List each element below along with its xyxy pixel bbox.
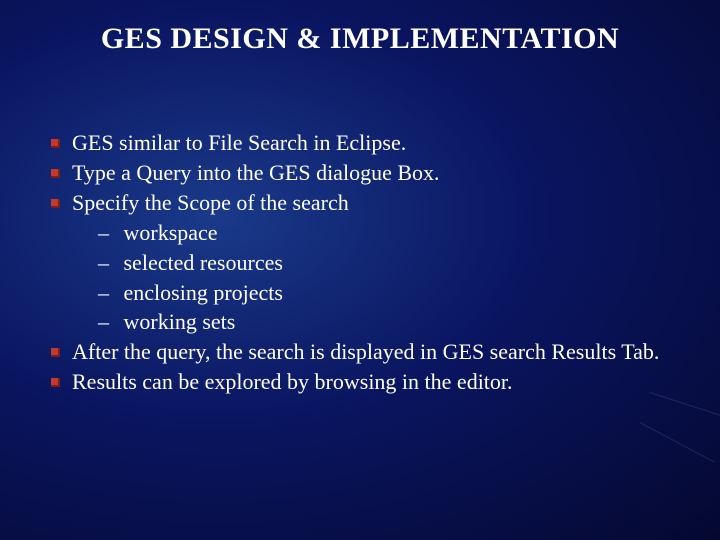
bullet-icon <box>51 199 60 208</box>
sub-text: enclosing projects <box>124 280 283 305</box>
slide-body: GES similar to File Search in Eclipse. T… <box>74 128 680 397</box>
bullet-text: Results can be explored by browsing in t… <box>72 367 680 397</box>
slide-title: GES DESIGN & IMPLEMENTATION <box>0 0 720 56</box>
bullet-icon <box>51 348 60 357</box>
sub-text: selected resources <box>124 250 283 275</box>
list-item: Results can be explored by browsing in t… <box>74 367 680 397</box>
list-item: Specify the Scope of the search <box>74 188 680 218</box>
list-item: After the query, the search is displayed… <box>74 337 680 367</box>
dash-icon: – <box>98 278 118 308</box>
sub-item: – workspace <box>74 218 680 248</box>
bullet-icon <box>51 169 60 178</box>
sub-text: working sets <box>124 309 236 334</box>
list-item: Type a Query into the GES dialogue Box. <box>74 158 680 188</box>
bullet-text: Type a Query into the GES dialogue Box. <box>72 158 680 188</box>
dash-icon: – <box>98 307 118 337</box>
bullet-text: After the query, the search is displayed… <box>72 337 680 367</box>
list-item: GES similar to File Search in Eclipse. <box>74 128 680 158</box>
bullet-icon <box>51 139 60 148</box>
sub-item: – enclosing projects <box>74 278 680 308</box>
bullet-text: Specify the Scope of the search <box>72 188 680 218</box>
dash-icon: – <box>98 248 118 278</box>
sub-text: workspace <box>124 220 218 245</box>
bullet-icon <box>51 378 60 387</box>
dash-icon: – <box>98 218 118 248</box>
bullet-text: GES similar to File Search in Eclipse. <box>72 128 680 158</box>
sub-item: – working sets <box>74 307 680 337</box>
sub-item: – selected resources <box>74 248 680 278</box>
